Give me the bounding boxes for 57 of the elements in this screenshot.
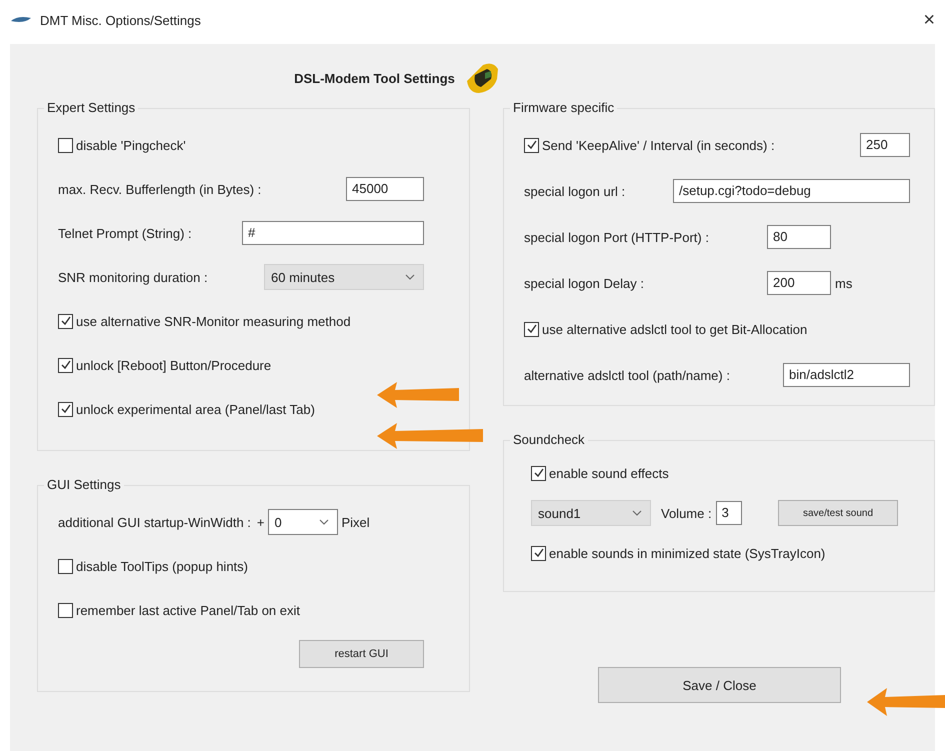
field-label: max. Recv. Bufferlength (in Bytes) : [58, 182, 262, 196]
group-title: Firmware specific [510, 100, 618, 115]
checkbox[interactable] [531, 466, 546, 480]
field-label: alternative adslctl tool (path/name) : [524, 368, 730, 382]
field-label: special logon Port (HTTP-Port) : [524, 230, 710, 244]
checkbox[interactable] [58, 138, 73, 152]
save-close-button[interactable]: Save / Close [598, 667, 841, 703]
field-label: special logon url : [524, 184, 626, 198]
field-label: Telnet Prompt (String) : [58, 226, 192, 240]
unit-label: ms [835, 276, 852, 290]
checkbox[interactable] [58, 558, 73, 574]
checkbox-label: unlock [Reboot] Button/Procedure [76, 358, 272, 372]
group-title: Soundcheck [510, 432, 588, 447]
dropdown[interactable]: 60 minutes [264, 264, 424, 290]
input-field[interactable]: 3 [716, 501, 742, 525]
test-sound-button[interactable]: save/test sound [778, 500, 898, 526]
checkbox[interactable] [58, 602, 73, 618]
input-field[interactable]: # [242, 221, 424, 245]
input-field[interactable]: 250 [860, 133, 910, 157]
dropdown[interactable]: 0 [268, 509, 338, 535]
field-label: SNR monitoring duration : [58, 270, 208, 284]
checkbox[interactable] [58, 314, 73, 328]
input-field[interactable]: 200 [767, 271, 831, 295]
checkbox-label: unlock experimental area (Panel/last Tab) [76, 402, 315, 416]
checkbox-label: disable 'Pingcheck' [76, 138, 186, 152]
field-label: Volume : [661, 506, 712, 520]
chevron-icon [632, 510, 642, 516]
field-label: special logon Delay : [524, 276, 645, 290]
checkbox-label: use alternative SNR-Monitor measuring method [76, 314, 351, 328]
checkbox-label: disable ToolTips (popup hints) [76, 558, 248, 574]
window-title: DMT Misc. Options/Settings [40, 12, 201, 28]
app-icon [10, 15, 32, 25]
input-field[interactable]: /setup.cgi?todo=debug [673, 179, 910, 203]
checkbox[interactable] [524, 322, 539, 336]
checkbox-label: use alternative adslctl tool to get Bit-Allocation [542, 322, 808, 336]
chevron-icon [318, 519, 328, 525]
checkbox[interactable] [531, 546, 546, 560]
input-field[interactable]: 80 [767, 225, 831, 249]
group-title: GUI Settings [44, 477, 124, 492]
chevron-icon [405, 274, 415, 280]
group-title: Expert Settings [44, 100, 138, 115]
checkbox[interactable] [524, 138, 539, 152]
unit-label: Pixel [342, 514, 370, 530]
input-field[interactable]: 45000 [346, 177, 424, 201]
dialog-heading: DSL-Modem Tool Settings [294, 70, 455, 86]
checkbox-label: enable sounds in minimized state (SysTrayIcon) [549, 546, 826, 560]
checkbox-label: enable sound effects [549, 466, 669, 480]
field-label: Send 'KeepAlive' / Interval (in seconds) : [542, 138, 775, 152]
dropdown[interactable]: sound1 [531, 500, 651, 526]
checkbox-label: remember last active Panel/Tab on exit [76, 602, 300, 618]
checkbox[interactable] [58, 358, 73, 372]
restart-button[interactable]: restart GUI [299, 640, 424, 668]
field-label: additional GUI startup-WinWidth : [58, 514, 251, 530]
plus-sign: + [256, 514, 264, 530]
close-button[interactable]: × [919, 8, 939, 32]
input-field[interactable]: bin/adslctl2 [783, 363, 910, 387]
checkbox[interactable] [58, 402, 73, 416]
